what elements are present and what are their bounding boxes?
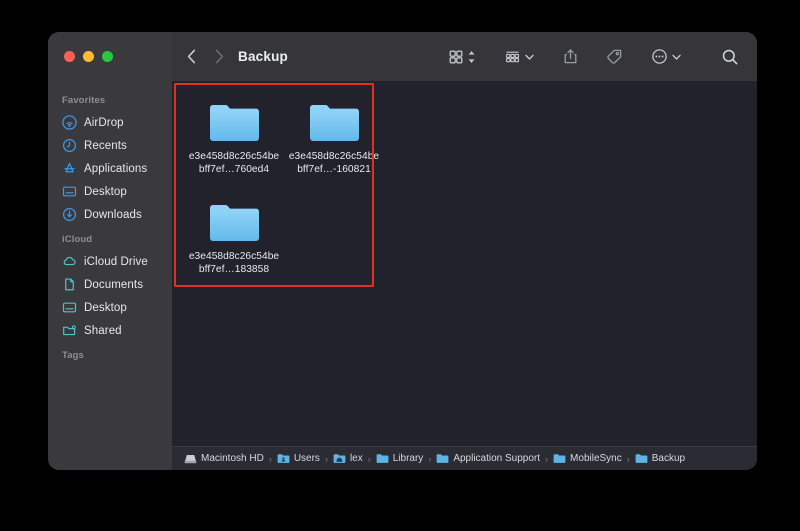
sidebar-item-label: Desktop xyxy=(84,301,127,314)
minimize-button[interactable] xyxy=(83,51,94,62)
view-stepper-icon[interactable] xyxy=(467,49,476,65)
sidebar-item-airdrop[interactable]: AirDrop xyxy=(48,111,172,134)
more-actions-icon xyxy=(651,48,668,65)
sidebar-item-label: Downloads xyxy=(84,208,142,221)
zoom-button[interactable] xyxy=(102,51,113,62)
breadcrumb-item-application-support[interactable]: Application Support xyxy=(436,453,540,464)
main-pane: Backup e3e458d8c26c54bebff7ef…760ed4 e3e… xyxy=(172,32,757,470)
desktop-background: Favorites AirDrop Recents Applications D… xyxy=(0,0,800,531)
folder-icon xyxy=(207,100,262,144)
share-icon xyxy=(563,48,578,65)
search-button[interactable] xyxy=(717,45,743,69)
folder-icon xyxy=(553,453,566,464)
document-icon xyxy=(62,277,77,292)
sidebar-item-label: Documents xyxy=(84,278,144,291)
sidebar-group-icloud-title: iCloud xyxy=(62,234,93,245)
sidebar-item-applications[interactable]: Applications xyxy=(48,157,172,180)
sidebar-item-icloud-desktop[interactable]: Desktop xyxy=(48,296,172,319)
sidebar-item-desktop[interactable]: Desktop xyxy=(48,180,172,203)
hard-drive-icon xyxy=(184,453,197,464)
sidebar-group-tags-title: Tags xyxy=(62,350,84,361)
icon-view-button[interactable] xyxy=(444,46,480,68)
desktop-icon xyxy=(62,300,77,315)
breadcrumb-label: Backup xyxy=(651,453,686,464)
sidebar-item-documents[interactable]: Documents xyxy=(48,273,172,296)
breadcrumb-item-library[interactable]: Library xyxy=(376,453,424,464)
breadcrumb-separator: › xyxy=(428,453,432,464)
navigation-buttons xyxy=(184,48,226,66)
more-actions-button[interactable] xyxy=(647,45,686,68)
sidebar-item-label: Desktop xyxy=(84,185,127,198)
sidebar-item-icloud-drive[interactable]: iCloud Drive xyxy=(48,250,172,273)
sidebar-item-label: iCloud Drive xyxy=(84,255,148,268)
window-body: Favorites AirDrop Recents Applications D… xyxy=(48,32,757,470)
sidebar-item-label: Recents xyxy=(84,139,127,152)
sidebar-item-label: AirDrop xyxy=(84,116,124,129)
close-button[interactable] xyxy=(64,51,75,62)
path-breadcrumb-bar: Macintosh HD › Users › lex › Library › A… xyxy=(172,446,757,470)
recents-clock-icon xyxy=(62,138,77,153)
file-name-label: e3e458d8c26c54bebff7ef…-160821 xyxy=(288,151,380,175)
file-item[interactable]: e3e458d8c26c54bebff7ef…183858 xyxy=(184,195,284,295)
folder-icon xyxy=(307,100,362,144)
tag-icon xyxy=(606,48,623,65)
breadcrumb-label: Library xyxy=(392,453,424,464)
breadcrumb-item-mobilesync[interactable]: MobileSync xyxy=(553,453,622,464)
sidebar-group-favorites-title: Favorites xyxy=(62,95,106,106)
sidebar-item-downloads[interactable]: Downloads xyxy=(48,203,172,226)
finder-window: Favorites AirDrop Recents Applications D… xyxy=(48,32,757,470)
window-title: Backup xyxy=(238,49,288,64)
tags-button[interactable] xyxy=(602,45,627,68)
folder-icon xyxy=(436,453,449,464)
traffic-light-buttons xyxy=(48,32,172,81)
sidebar: Favorites AirDrop Recents Applications D… xyxy=(48,32,172,470)
grid-view-icon xyxy=(448,49,464,65)
file-icon-grid: e3e458d8c26c54bebff7ef…760ed4 e3e458d8c2… xyxy=(178,87,390,303)
desktop-icon xyxy=(62,184,77,199)
file-item[interactable]: e3e458d8c26c54bebff7ef…-160821 xyxy=(284,95,384,195)
applications-icon xyxy=(62,161,77,176)
breadcrumb-label: Application Support xyxy=(453,453,541,464)
file-content-area[interactable]: e3e458d8c26c54bebff7ef…760ed4 e3e458d8c2… xyxy=(172,81,757,446)
airdrop-icon xyxy=(62,115,77,130)
breadcrumb-separator: › xyxy=(324,453,328,464)
sidebar-item-label: Shared xyxy=(84,324,122,337)
downloads-icon xyxy=(62,207,77,222)
breadcrumb-separator: › xyxy=(367,453,371,464)
breadcrumb-separator: › xyxy=(626,453,630,464)
home-folder-icon xyxy=(333,453,346,464)
breadcrumb-item-lex[interactable]: lex xyxy=(333,453,363,464)
folder-icon xyxy=(635,453,648,464)
group-by-button[interactable] xyxy=(500,46,539,68)
forward-button[interactable] xyxy=(212,48,226,66)
chevron-down-icon[interactable] xyxy=(671,49,682,65)
sidebar-scroll-area: Favorites AirDrop Recents Applications D… xyxy=(48,81,172,470)
sidebar-item-shared[interactable]: Shared xyxy=(48,319,172,342)
folder-icon xyxy=(207,200,262,244)
breadcrumb-separator: › xyxy=(268,453,272,464)
users-folder-icon xyxy=(277,453,290,464)
group-by-icon xyxy=(504,49,521,65)
breadcrumb-label: Users xyxy=(293,453,320,464)
breadcrumb-label: lex xyxy=(349,453,363,464)
share-button[interactable] xyxy=(559,45,582,68)
sidebar-item-recents[interactable]: Recents xyxy=(48,134,172,157)
sidebar-item-label: Applications xyxy=(84,162,148,175)
back-button[interactable] xyxy=(184,48,198,66)
toolbar: Backup xyxy=(172,32,757,81)
breadcrumb-item-macintosh-hd[interactable]: Macintosh HD xyxy=(184,453,264,464)
search-icon xyxy=(721,48,739,66)
shared-folder-icon xyxy=(62,323,77,338)
folder-icon xyxy=(376,453,389,464)
breadcrumb-label: MobileSync xyxy=(570,453,622,464)
breadcrumb-label: Macintosh HD xyxy=(201,453,264,464)
cloud-icon xyxy=(62,254,77,269)
chevron-down-icon[interactable] xyxy=(524,49,535,65)
file-name-label: e3e458d8c26c54bebff7ef…183858 xyxy=(188,251,280,275)
file-name-label: e3e458d8c26c54bebff7ef…760ed4 xyxy=(188,151,280,175)
breadcrumb-item-backup[interactable]: Backup xyxy=(635,453,685,464)
breadcrumb-item-users[interactable]: Users xyxy=(277,453,320,464)
file-item[interactable]: e3e458d8c26c54bebff7ef…760ed4 xyxy=(184,95,284,195)
breadcrumb-separator: › xyxy=(545,453,549,464)
